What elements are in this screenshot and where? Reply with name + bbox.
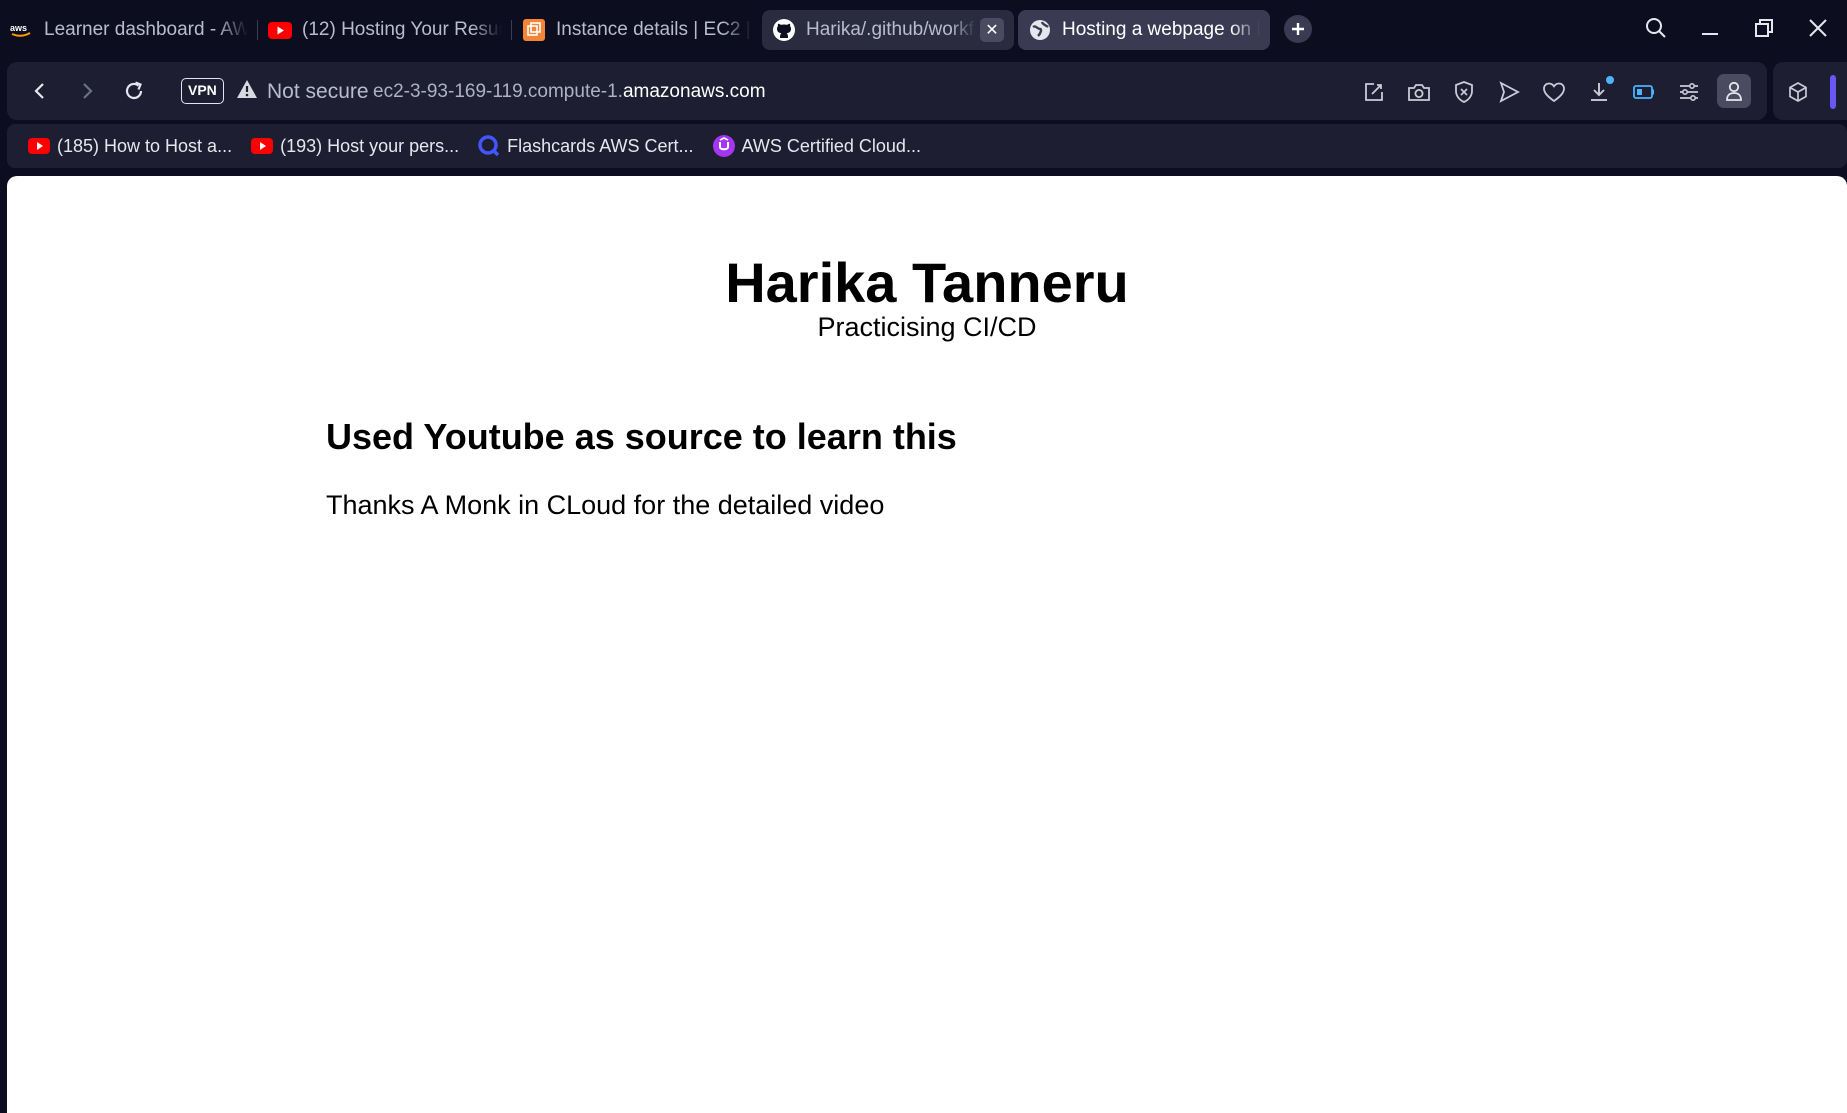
github-icon [772,18,796,42]
close-icon [1809,19,1827,37]
bookmark-item[interactable]: (185) How to Host a... [27,134,232,158]
cube-icon [1789,82,1807,102]
bookmark-item[interactable]: Flashcards AWS Cert... [477,134,694,158]
search-icon [1646,18,1666,38]
profile-button[interactable] [1717,74,1751,108]
page-title: Harika Tanneru [725,251,1129,314]
camera-icon [1408,84,1430,101]
sidebar-accent[interactable] [1830,75,1836,109]
tab-title: Instance details | EC2 | us- [556,19,752,40]
quizlet-icon [477,134,501,158]
bookmark-label: (185) How to Host a... [57,135,233,156]
restore-icon [1755,19,1773,37]
youtube-icon [250,134,274,158]
battery-saver-button[interactable] [1629,77,1659,107]
url-domain: amazonaws.com [622,81,766,102]
bookmark-item[interactable]: (193) Host your pers... [250,134,459,158]
new-tab-button[interactable] [1284,15,1312,43]
address-input[interactable]: ec2-3-93-169-119.compute-1.amazonaws.com [373,81,766,103]
tab-title: Learner dashboard - AWS [44,19,248,40]
bookmarks-bar: (185) How to Host a... (193) Host your p… [7,124,1847,168]
tab-github-workflow[interactable]: Harika/.github/workflo ✕ [762,10,1014,50]
snapshot-edit-button[interactable] [1359,77,1389,107]
reload-button[interactable] [119,76,149,106]
easy-setup-button[interactable] [1674,77,1704,107]
tab-hosting-resume[interactable]: (12) Hosting Your Resume [258,10,512,50]
camera-button[interactable] [1404,77,1434,107]
navigation-bar: VPN Not secure ec2-3-93-169-119.compute-… [7,62,1767,120]
tab-instance-details[interactable]: Instance details | EC2 | us- [512,10,762,50]
svg-text:aws: aws [10,23,27,33]
bookmark-label: Flashcards AWS Cert... [507,135,694,156]
plus-icon [1292,23,1304,35]
section-heading: Used Youtube as source to learn this [326,416,957,457]
battery-icon [1633,85,1654,99]
youtube-icon [27,134,51,158]
forward-button[interactable] [72,76,102,106]
shield-icon [1455,81,1473,103]
download-icon [1591,83,1607,101]
close-window-button[interactable] [1796,8,1840,48]
url-prefix: ec2-3-93-169-119.compute-1. [373,81,623,102]
tab-title: (12) Hosting Your Resume [302,19,502,40]
restore-button[interactable] [1742,8,1786,48]
back-button[interactable] [25,76,55,106]
tab-learner-dashboard[interactable]: aws Learner dashboard - AWS [0,10,258,50]
warning-icon[interactable] [236,79,258,104]
user-icon [1726,81,1742,101]
globe-icon [1028,18,1052,42]
aws-icon: aws [10,18,34,42]
bookmark-item[interactable]: AWS Certified Cloud... [712,134,921,158]
bookmark-label: (193) Host your pers... [280,135,460,156]
notification-dot [1606,76,1614,84]
security-status-label[interactable]: Not secure [267,80,369,104]
minimize-button[interactable] [1688,8,1732,48]
favorites-button[interactable] [1539,77,1569,107]
tab-hosting-webpage-ec2[interactable]: Hosting a webpage on Ec2 [1018,10,1270,50]
arrow-left-icon [34,83,44,99]
arrow-right-icon [83,83,93,99]
edit-icon [1365,83,1383,101]
vpn-badge[interactable]: VPN [181,78,224,104]
flow-button[interactable] [1494,77,1524,107]
tab-close-button[interactable]: ✕ [980,18,1004,42]
settings-sliders-icon [1680,82,1698,102]
downloads-button[interactable] [1584,76,1614,107]
adblock-button[interactable] [1449,77,1479,107]
extensions-button[interactable] [1783,77,1813,107]
section-paragraph: Thanks A Monk in CLoud for the detailed … [326,490,885,520]
send-icon [1499,81,1520,103]
tab-strip: aws Learner dashboard - AWS (12) Hosting… [0,0,1847,58]
udemy-icon [712,134,736,158]
web-page-content: Harika Tanneru Practicising CI/CD Used Y… [7,176,1847,1113]
ec2-icon [522,18,546,42]
tab-title: Hosting a webpage on Ec2 [1062,19,1260,40]
youtube-icon [268,18,292,42]
tab-title: Harika/.github/workflo [806,19,976,40]
search-tabs-button[interactable] [1634,8,1678,48]
minimize-icon [1702,33,1718,35]
bookmark-label: AWS Certified Cloud... [741,135,921,156]
heart-icon [1543,82,1565,103]
page-subtitle: Practicising CI/CD [817,312,1037,342]
reload-icon [125,81,143,100]
